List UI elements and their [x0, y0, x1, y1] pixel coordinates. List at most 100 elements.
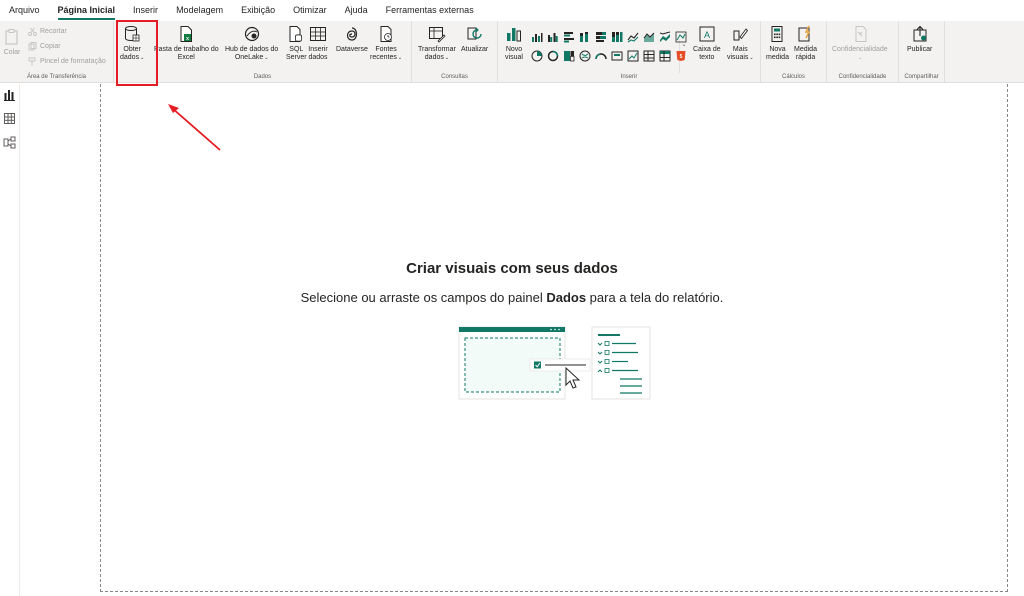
- nova-medida-button[interactable]: Nova medida: [766, 24, 789, 62]
- tab-inserir[interactable]: Inserir: [124, 0, 167, 21]
- copiar-button[interactable]: Copiar: [28, 42, 61, 51]
- text-box-icon: A: [697, 24, 717, 44]
- group-dados: Obter dados⌄ x Pasta de trabalho do Exce…: [114, 21, 412, 83]
- treemap-icon[interactable]: [562, 49, 576, 63]
- novo-visual-label-2: visual: [505, 54, 523, 61]
- pincel-button[interactable]: Pincel de formatação: [28, 57, 106, 66]
- waterfall-chart-icon[interactable]: [674, 30, 688, 44]
- sql-server-button[interactable]: SQL Server: [286, 24, 307, 62]
- clustered-column-chart-icon[interactable]: [546, 30, 560, 44]
- table-insert-icon: [308, 24, 328, 44]
- empty-state-title: Criar visuais com seus dados: [406, 260, 618, 277]
- chevron-down-icon: ⌄: [397, 55, 403, 61]
- publicar-button[interactable]: Publicar: [907, 24, 932, 54]
- chevron-down-icon: ⌄: [264, 55, 269, 61]
- model-view-icon[interactable]: [3, 136, 16, 149]
- group-label-dados: Dados: [253, 74, 272, 80]
- clustered-bar-chart-icon[interactable]: [562, 30, 576, 44]
- excel-button[interactable]: x Pasta de trabalho do Excel: [154, 24, 219, 62]
- matrix-icon[interactable]: [658, 49, 672, 63]
- chevron-down-icon: ⌄: [749, 55, 754, 61]
- html5-icon[interactable]: 5: [674, 49, 688, 63]
- tab-exibicao[interactable]: Exibição: [232, 0, 284, 21]
- excel-label-1: Pasta de trabalho do: [154, 46, 219, 53]
- 100-stacked-column-chart-icon[interactable]: [610, 30, 624, 44]
- kpi-icon[interactable]: [626, 49, 640, 63]
- copiar-label: Copiar: [40, 43, 61, 50]
- colar-button[interactable]: Colar: [2, 27, 22, 57]
- sql-server-icon: [286, 24, 306, 44]
- tab-ajuda[interactable]: Ajuda: [336, 0, 377, 21]
- more-visuals-icon: [730, 24, 750, 44]
- inserir-dados-button[interactable]: Inserir dados: [308, 24, 328, 62]
- nova-medida-label-2: medida: [766, 54, 789, 61]
- stacked-bar-chart-icon[interactable]: [530, 30, 544, 44]
- gauge-icon[interactable]: [594, 49, 608, 63]
- medida-rapida-button[interactable]: Medida rápida: [794, 24, 817, 62]
- onelake-button[interactable]: Hub de dados do OneLake⌄: [225, 24, 278, 62]
- pie-chart-icon[interactable]: [530, 49, 544, 63]
- fontes-recentes-button[interactable]: Fontes recentes⌄: [370, 24, 402, 62]
- tab-ferramentas-externas[interactable]: Ferramentas externas: [377, 0, 483, 21]
- scissors-icon: [28, 27, 37, 36]
- calculator-icon: [767, 24, 787, 44]
- tab-modelagem[interactable]: Modelagem: [167, 0, 232, 21]
- transformar-label-1: Transformar: [418, 46, 456, 53]
- new-visual-icon: [504, 24, 524, 44]
- map-icon[interactable]: [578, 49, 592, 63]
- mais-label-1: Mais: [732, 46, 748, 53]
- group-calculos: Nova medida Medida rápida Cálculos: [761, 21, 827, 83]
- chevron-down-icon: ⌄: [444, 55, 450, 61]
- transformar-dados-button[interactable]: Transformar dados⌄: [418, 24, 456, 62]
- novo-visual-label-1: Novo: [505, 46, 523, 53]
- publicar-label: Publicar: [907, 46, 933, 53]
- format-painter-icon: [28, 57, 37, 66]
- 100-stacked-bar-chart-icon[interactable]: [594, 30, 608, 44]
- group-label-calculos: Cálculos: [781, 74, 805, 80]
- donut-chart-icon[interactable]: [546, 49, 560, 63]
- report-view-icon[interactable]: [3, 88, 16, 101]
- group-confidencialidade: Confidencialidade ⌄ Confidencialidade: [827, 21, 899, 83]
- mais-label-2: visuais: [727, 54, 749, 61]
- empty-state-illustration: [458, 326, 651, 400]
- copy-icon: [28, 42, 37, 51]
- novo-visual-button[interactable]: Novo visual: [504, 24, 524, 62]
- card-icon[interactable]: [610, 49, 624, 63]
- fontes-label-1: Fontes: [375, 46, 397, 53]
- empty-state-subtitle-after: para a tela do relatório.: [586, 290, 724, 305]
- empty-state-subtitle: Selecione ou arraste os campos do painel…: [0, 290, 1024, 305]
- red-arrow-icon: [168, 104, 221, 151]
- quick-measure-icon: [795, 24, 815, 44]
- colar-label: Colar: [3, 49, 21, 56]
- inserir-label-2: dados: [308, 54, 328, 61]
- medida-rapida-label-1: Medida: [794, 46, 817, 53]
- group-clipboard: Colar Recortar Copiar Pincel de formataç…: [0, 21, 114, 83]
- line-chart-icon[interactable]: [626, 30, 640, 44]
- table-visual-icon[interactable]: [642, 49, 656, 63]
- tab-otimizar[interactable]: Otimizar: [284, 0, 336, 21]
- refresh-icon: [465, 24, 485, 44]
- group-consultas: Transformar dados⌄ Atualizar Consultas: [412, 21, 498, 83]
- tab-pagina-inicial[interactable]: Página Inicial: [49, 0, 125, 21]
- group-label-inserir: Inserir: [620, 74, 638, 80]
- excel-label-2: Excel: [177, 54, 195, 61]
- atualizar-button[interactable]: Atualizar: [461, 24, 488, 54]
- group-label-clipboard: Área de Transferência: [26, 74, 87, 80]
- publish-icon: [910, 24, 930, 44]
- confidencialidade-button[interactable]: Confidencialidade ⌄: [832, 24, 888, 62]
- tab-arquivo[interactable]: Arquivo: [0, 0, 49, 21]
- caixa-texto-button[interactable]: A Caixa de texto: [693, 24, 721, 62]
- recortar-button[interactable]: Recortar: [28, 27, 67, 36]
- group-label-compartilhar: Compartilhar: [904, 74, 939, 80]
- stacked-column-chart-icon[interactable]: [578, 30, 592, 44]
- ribbon-chart-icon[interactable]: [658, 30, 672, 44]
- mais-visuais-button[interactable]: Mais visuais⌄: [727, 24, 754, 62]
- area-chart-icon[interactable]: [642, 30, 656, 44]
- caixa-label-1: Caixa de: [693, 46, 721, 53]
- table-view-icon[interactable]: [3, 112, 16, 125]
- dataverse-label: Dataverse: [336, 46, 368, 53]
- dataverse-button[interactable]: Dataverse: [336, 24, 368, 54]
- nova-medida-label-1: Nova: [769, 46, 786, 53]
- group-compartilhar: Publicar Compartilhar: [899, 21, 945, 83]
- dataverse-icon: [342, 24, 362, 44]
